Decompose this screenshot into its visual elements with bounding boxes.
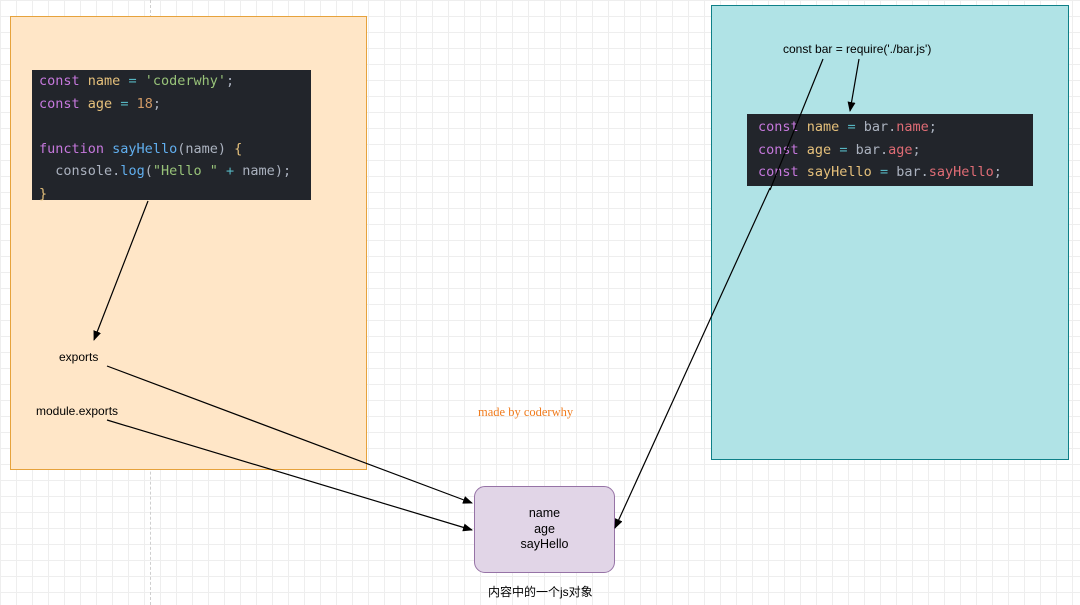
arrow-code-to-exports bbox=[93, 200, 149, 341]
arrow-require-line bbox=[769, 58, 824, 191]
arrow-module-exports-to-object bbox=[106, 419, 473, 532]
arrow-exports-to-object bbox=[106, 365, 473, 504]
arrows-layer bbox=[93, 58, 860, 532]
arrow-code-to-object bbox=[614, 187, 771, 529]
arrow-require-to-code bbox=[847, 58, 860, 112]
